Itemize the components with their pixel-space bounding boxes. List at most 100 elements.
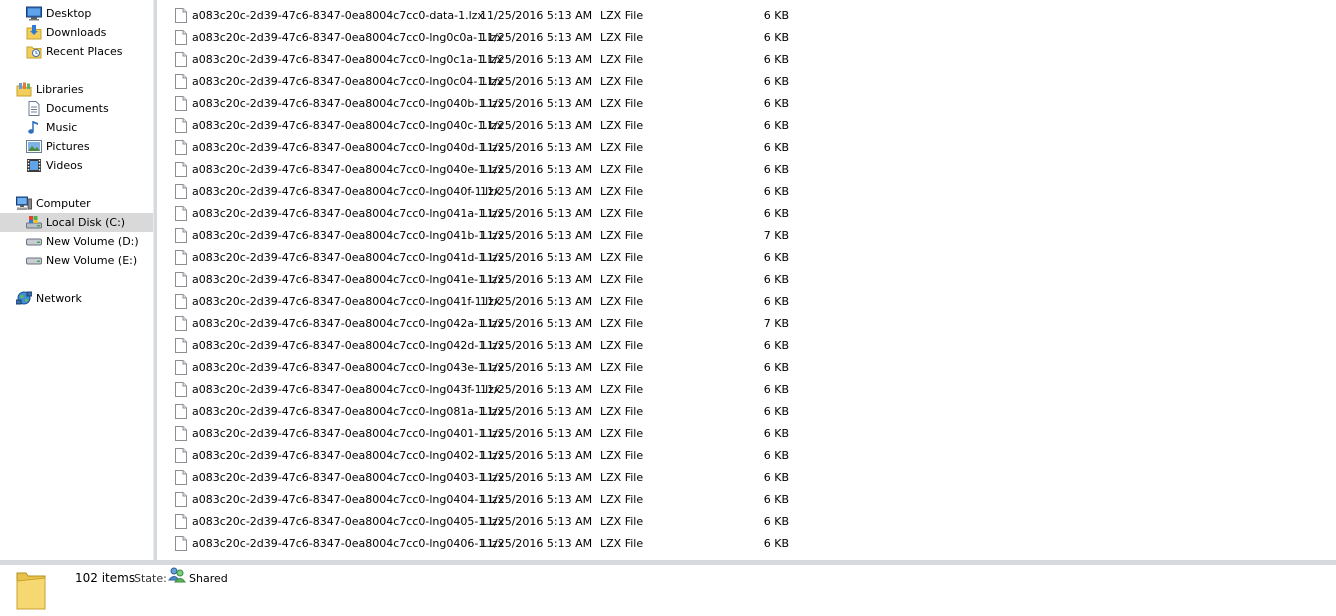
nav-item-label: Pictures — [46, 140, 90, 153]
file-row[interactable]: a083c20c-2d39-47c6-8347-0ea8004c7cc0-lng… — [157, 225, 1336, 247]
file-size: 6 KB — [763, 405, 789, 418]
details-pane: 102 items State: Shared — [0, 565, 1336, 616]
nav-item-libraries[interactable]: Libraries — [0, 80, 153, 99]
file-icon — [175, 426, 187, 441]
nav-item-downloads[interactable]: Downloads — [0, 23, 153, 42]
file-row[interactable]: a083c20c-2d39-47c6-8347-0ea8004c7cc0-lng… — [157, 49, 1336, 71]
file-icon — [175, 536, 187, 551]
file-size: 6 KB — [763, 185, 789, 198]
file-list: a083c20c-2d39-47c6-8347-0ea8004c7cc0-dat… — [157, 5, 1336, 559]
file-icon — [175, 184, 187, 199]
file-date-modified: 11/25/2016 5:13 AM — [480, 515, 593, 528]
file-type: LZX File — [600, 383, 644, 396]
file-icon — [175, 294, 187, 309]
file-date-modified: 11/25/2016 5:13 AM — [480, 31, 593, 44]
file-row[interactable]: a083c20c-2d39-47c6-8347-0ea8004c7cc0-lng… — [157, 291, 1336, 313]
file-row[interactable]: a083c20c-2d39-47c6-8347-0ea8004c7cc0-lng… — [157, 269, 1336, 291]
file-date-modified: 11/25/2016 5:13 AM — [480, 207, 593, 220]
file-date-modified: 11/25/2016 5:13 AM — [480, 427, 593, 440]
file-size: 6 KB — [763, 251, 789, 264]
file-row[interactable]: a083c20c-2d39-47c6-8347-0ea8004c7cc0-lng… — [157, 71, 1336, 93]
nav-item-new-volume-e[interactable]: New Volume (E:) — [0, 251, 153, 270]
file-row[interactable]: a083c20c-2d39-47c6-8347-0ea8004c7cc0-lng… — [157, 137, 1336, 159]
nav-item-label: Computer — [36, 197, 91, 210]
state-value: Shared — [189, 572, 228, 585]
file-icon — [175, 74, 187, 89]
file-type: LZX File — [600, 185, 644, 198]
nav-item-label: Desktop — [46, 7, 92, 20]
file-icon — [175, 316, 187, 331]
file-type: LZX File — [600, 537, 644, 550]
file-icon — [175, 8, 187, 23]
file-name: a083c20c-2d39-47c6-8347-0ea8004c7cc0-lng… — [192, 383, 501, 396]
desktop-icon — [26, 6, 42, 21]
file-row[interactable]: a083c20c-2d39-47c6-8347-0ea8004c7cc0-lng… — [157, 159, 1336, 181]
file-row[interactable]: a083c20c-2d39-47c6-8347-0ea8004c7cc0-lng… — [157, 379, 1336, 401]
libraries-icon — [16, 82, 32, 97]
file-name: a083c20c-2d39-47c6-8347-0ea8004c7cc0-lng… — [192, 207, 504, 220]
nav-item-local-disk-c[interactable]: Local Disk (C:) — [0, 213, 153, 232]
file-date-modified: 11/25/2016 5:13 AM — [480, 75, 593, 88]
file-row[interactable]: a083c20c-2d39-47c6-8347-0ea8004c7cc0-lng… — [157, 93, 1336, 115]
nav-item-label: Music — [46, 121, 78, 134]
nav-item-computer[interactable]: Computer — [0, 194, 153, 213]
documents-icon — [28, 101, 40, 116]
file-icon — [175, 514, 187, 529]
file-name: a083c20c-2d39-47c6-8347-0ea8004c7cc0-lng… — [192, 163, 504, 176]
file-row[interactable]: a083c20c-2d39-47c6-8347-0ea8004c7cc0-dat… — [157, 5, 1336, 27]
file-icon — [175, 492, 187, 507]
file-name: a083c20c-2d39-47c6-8347-0ea8004c7cc0-lng… — [192, 427, 505, 440]
file-date-modified: 11/25/2016 5:13 AM — [480, 537, 593, 550]
nav-item-label: Downloads — [46, 26, 107, 39]
file-name: a083c20c-2d39-47c6-8347-0ea8004c7cc0-lng… — [192, 515, 505, 528]
file-date-modified: 11/25/2016 5:13 AM — [480, 9, 593, 22]
file-type: LZX File — [600, 295, 644, 308]
file-type: LZX File — [600, 317, 644, 330]
nav-item-music[interactable]: Music — [0, 118, 153, 137]
file-date-modified: 11/25/2016 5:13 AM — [480, 163, 593, 176]
file-size: 6 KB — [763, 141, 789, 154]
file-name: a083c20c-2d39-47c6-8347-0ea8004c7cc0-lng… — [192, 53, 503, 66]
file-row[interactable]: a083c20c-2d39-47c6-8347-0ea8004c7cc0-lng… — [157, 27, 1336, 49]
file-size: 6 KB — [763, 75, 789, 88]
item-count: 102 items — [75, 571, 136, 585]
file-type: LZX File — [600, 163, 644, 176]
nav-item-recent-places[interactable]: Recent Places — [0, 42, 153, 61]
file-row[interactable]: a083c20c-2d39-47c6-8347-0ea8004c7cc0-lng… — [157, 115, 1336, 137]
file-name: a083c20c-2d39-47c6-8347-0ea8004c7cc0-lng… — [192, 75, 504, 88]
file-size: 6 KB — [763, 383, 789, 396]
file-date-modified: 11/25/2016 5:13 AM — [480, 251, 593, 264]
nav-item-network[interactable]: Network — [0, 289, 153, 308]
file-row[interactable]: a083c20c-2d39-47c6-8347-0ea8004c7cc0-lng… — [157, 181, 1336, 203]
file-type: LZX File — [600, 119, 644, 132]
file-row[interactable]: a083c20c-2d39-47c6-8347-0ea8004c7cc0-lng… — [157, 467, 1336, 489]
file-row[interactable]: a083c20c-2d39-47c6-8347-0ea8004c7cc0-lng… — [157, 533, 1336, 555]
nav-item-pictures[interactable]: Pictures — [0, 137, 153, 156]
nav-item-label: Videos — [46, 159, 83, 172]
file-row[interactable]: a083c20c-2d39-47c6-8347-0ea8004c7cc0-lng… — [157, 357, 1336, 379]
drive-icon — [26, 257, 42, 265]
file-row[interactable]: a083c20c-2d39-47c6-8347-0ea8004c7cc0-lng… — [157, 247, 1336, 269]
nav-item-new-volume-d[interactable]: New Volume (D:) — [0, 232, 153, 251]
file-row[interactable]: a083c20c-2d39-47c6-8347-0ea8004c7cc0-lng… — [157, 313, 1336, 335]
file-icon — [175, 140, 187, 155]
file-size: 6 KB — [763, 31, 789, 44]
file-icon — [175, 162, 187, 177]
nav-item-documents[interactable]: Documents — [0, 99, 153, 118]
file-row[interactable]: a083c20c-2d39-47c6-8347-0ea8004c7cc0-lng… — [157, 445, 1336, 467]
file-row[interactable]: a083c20c-2d39-47c6-8347-0ea8004c7cc0-lng… — [157, 335, 1336, 357]
file-type: LZX File — [600, 449, 644, 462]
file-name: a083c20c-2d39-47c6-8347-0ea8004c7cc0-lng… — [192, 537, 505, 550]
file-icon — [175, 30, 187, 45]
file-row[interactable]: a083c20c-2d39-47c6-8347-0ea8004c7cc0-lng… — [157, 511, 1336, 533]
file-size: 6 KB — [763, 53, 789, 66]
file-size: 6 KB — [763, 97, 789, 110]
file-row[interactable]: a083c20c-2d39-47c6-8347-0ea8004c7cc0-lng… — [157, 203, 1336, 225]
file-row[interactable]: a083c20c-2d39-47c6-8347-0ea8004c7cc0-lng… — [157, 489, 1336, 511]
nav-item-desktop[interactable]: Desktop — [0, 4, 153, 23]
file-row[interactable]: a083c20c-2d39-47c6-8347-0ea8004c7cc0-lng… — [157, 401, 1336, 423]
file-name: a083c20c-2d39-47c6-8347-0ea8004c7cc0-lng… — [192, 361, 504, 374]
videos-icon — [27, 159, 41, 172]
nav-item-videos[interactable]: Videos — [0, 156, 153, 175]
file-row[interactable]: a083c20c-2d39-47c6-8347-0ea8004c7cc0-lng… — [157, 423, 1336, 445]
